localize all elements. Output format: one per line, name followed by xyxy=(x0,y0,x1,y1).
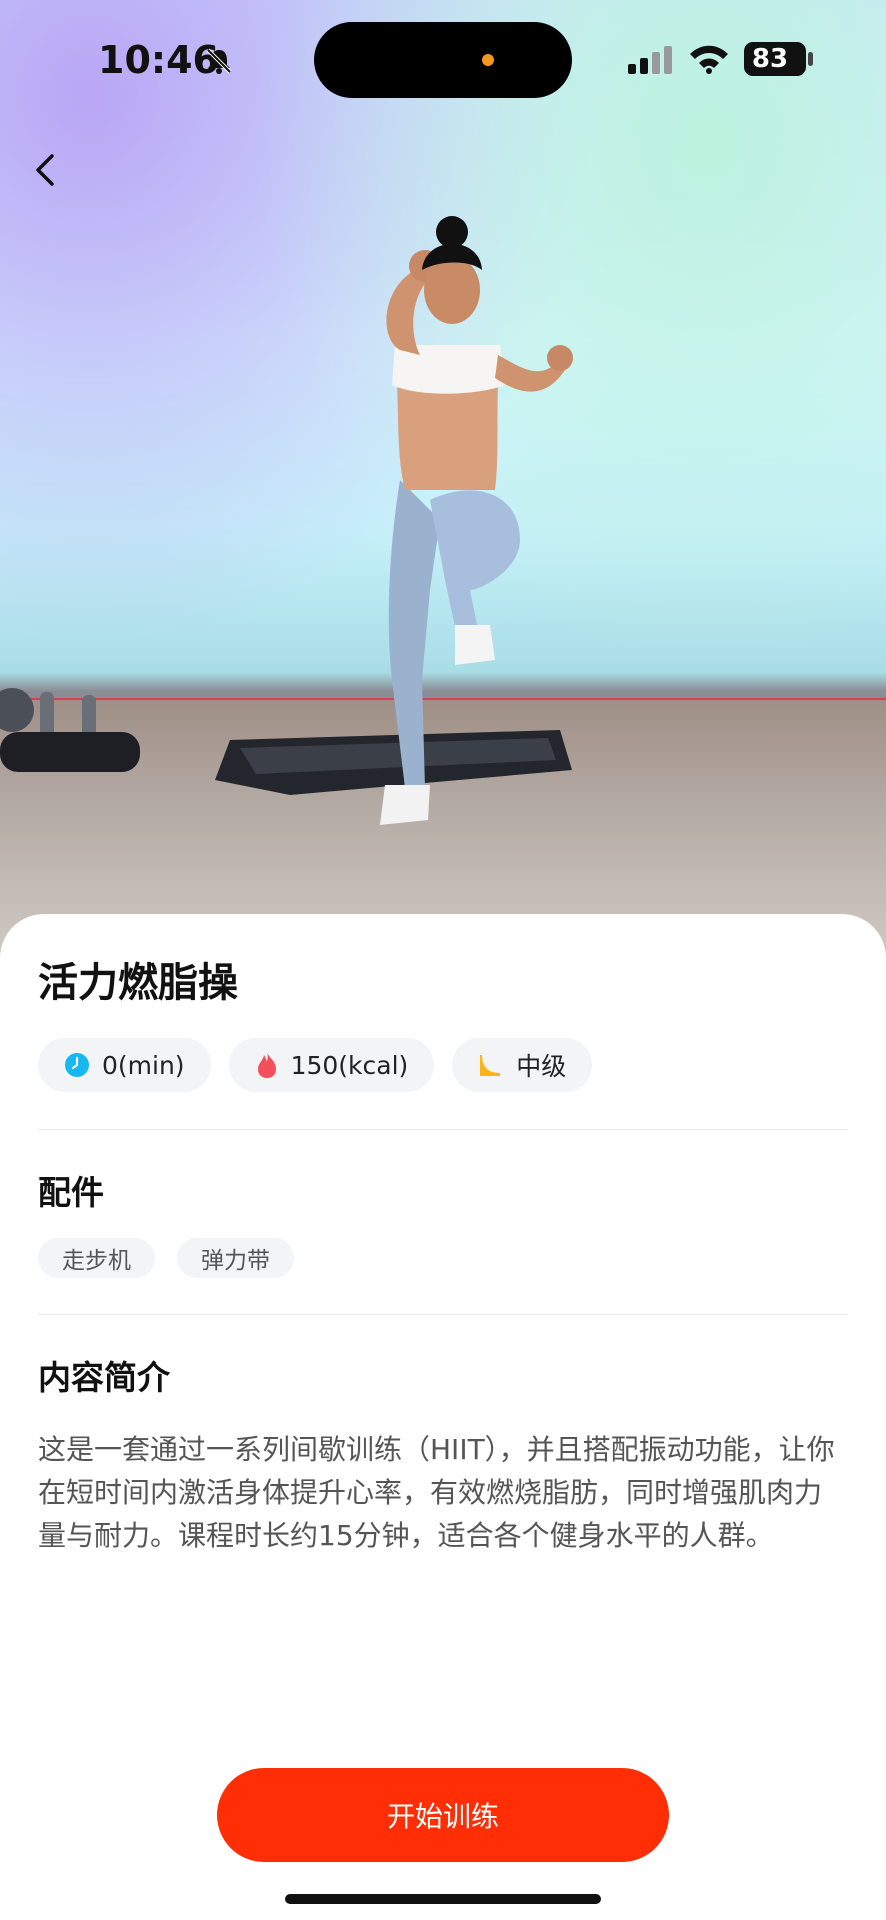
intro-heading: 内容简介 xyxy=(38,1358,170,1397)
start-training-button[interactable]: 开始训练 xyxy=(217,1768,669,1862)
accessory-tag: 走步机 xyxy=(38,1238,155,1278)
battery-level: 83 xyxy=(751,44,789,74)
course-title: 活力燃脂操 xyxy=(38,960,238,1006)
duration-label: 0(min) xyxy=(102,1050,185,1080)
intro-text: 这是一套通过一系列间歇训练（HIIT），并且搭配振动功能，让你在短时间内激活身体… xyxy=(38,1433,835,1552)
calories-chip: 150(kcal) xyxy=(228,1038,435,1092)
calories-label: 150(kcal) xyxy=(290,1050,409,1080)
battery-icon: 83 xyxy=(744,42,806,76)
accessories-heading: 配件 xyxy=(38,1173,104,1212)
privacy-indicator-icon xyxy=(482,54,494,66)
level-chip: 中级 xyxy=(452,1038,593,1092)
status-bar: 10:46 83 xyxy=(0,0,886,120)
hero-image xyxy=(0,0,886,960)
status-time: 10:46 xyxy=(98,38,219,82)
dynamic-island xyxy=(314,22,572,98)
accessory-tag: 弹力带 xyxy=(177,1238,294,1278)
battery-tip xyxy=(808,52,813,66)
back-arrow-icon[interactable] xyxy=(26,150,66,190)
cellular-signal-icon xyxy=(628,46,672,74)
silent-bell-icon xyxy=(206,48,232,74)
level-icon xyxy=(480,1055,501,1076)
wifi-icon xyxy=(690,45,728,74)
home-indicator[interactable] xyxy=(285,1894,601,1904)
trainer-illustration xyxy=(0,216,573,825)
divider xyxy=(38,1129,848,1130)
duration-chip: 0(min) xyxy=(38,1038,211,1092)
accessories-list: 走步机 弹力带 xyxy=(38,1238,294,1278)
course-stats: 0(min) 150(kcal) 中级 xyxy=(38,1038,593,1092)
divider xyxy=(38,1314,848,1315)
clock-icon xyxy=(65,1053,89,1077)
level-label: 中级 xyxy=(516,1052,567,1081)
flame-icon xyxy=(257,1052,276,1078)
